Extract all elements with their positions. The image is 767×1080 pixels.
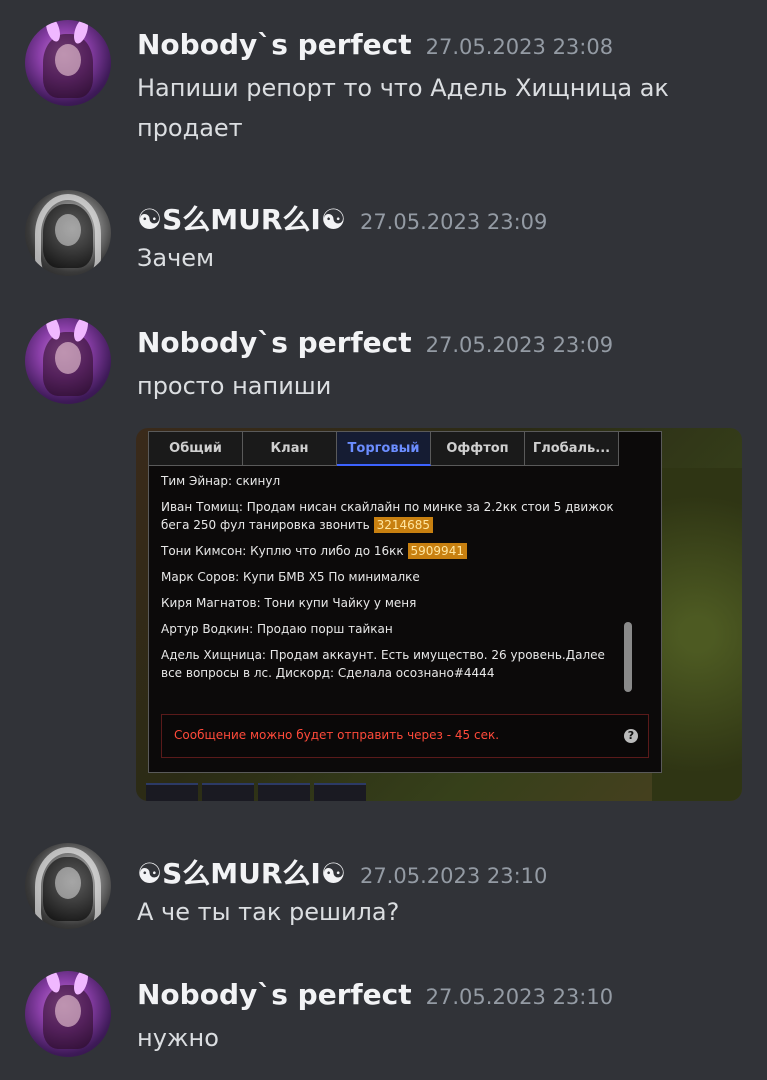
game-chat-panel: Общий Клан Торговый Оффтоп Глобаль... Ти…: [148, 431, 662, 773]
chat-tabs: Общий Клан Торговый Оффтоп Глобаль...: [149, 432, 623, 466]
game-background: [652, 468, 742, 801]
author-name[interactable]: Nobody`s perfect: [137, 978, 412, 1011]
message-text: просто напиши: [137, 372, 332, 400]
chat-line: Марк Соров: Купи БМВ X5 По минималке: [161, 570, 420, 584]
help-icon: ?: [624, 729, 638, 743]
author-name[interactable]: ☯S么MUR么I☯: [137, 203, 346, 236]
chat-line: Тони Кимсон: Куплю что либо до 16кк 5909…: [161, 542, 621, 560]
tab-offtopic: Оффтоп: [431, 432, 525, 466]
game-hotbar: [146, 783, 376, 801]
chat-line: Артур Водкин: Продаю порш тайкан: [161, 622, 393, 636]
avatar[interactable]: [25, 318, 111, 404]
chat-line: Адель Хищница: Продам аккаунт. Есть имущ…: [161, 648, 605, 680]
chat-line: Иван Томищ: Продам нисан скайлайн по мин…: [161, 500, 614, 533]
chat-line: Киря Магнатов: Тони купи Чайку у меня: [161, 596, 417, 610]
timestamp: 27.05.2023 23:08: [425, 35, 614, 59]
phone-number: 5909941: [407, 543, 467, 559]
avatar[interactable]: [25, 971, 111, 1057]
timestamp: 27.05.2023 23:10: [425, 985, 614, 1009]
tab-general: Общий: [149, 432, 243, 466]
avatar[interactable]: [25, 190, 111, 276]
chat-line: Тим Эйнар: скинул: [161, 474, 281, 488]
message-text: А че ты так решила?: [137, 898, 400, 926]
avatar[interactable]: [25, 20, 111, 106]
tab-global: Глобаль...: [525, 432, 619, 466]
image-attachment[interactable]: Общий Клан Торговый Оффтоп Глобаль... Ти…: [136, 428, 742, 801]
timestamp: 27.05.2023 23:09: [359, 210, 548, 234]
scrollbar: [624, 622, 632, 692]
chat-log: Тим Эйнар: скинул Иван Томищ: Продам нис…: [161, 472, 621, 690]
cooldown-warning: Сообщение можно будет отправить через - …: [161, 714, 649, 758]
phone-number: 3214685: [373, 517, 434, 533]
tab-clan: Клан: [243, 432, 337, 466]
message-text: Зачем: [137, 244, 215, 272]
author-name[interactable]: Nobody`s perfect: [137, 28, 412, 61]
author-name[interactable]: ☯S么MUR么I☯: [137, 857, 346, 890]
timestamp: 27.05.2023 23:09: [425, 333, 614, 357]
message-text: Напиши репорт то что Адель Хищница ак пр…: [137, 74, 669, 142]
author-name[interactable]: Nobody`s perfect: [137, 326, 412, 359]
warning-text: Сообщение можно будет отправить через - …: [174, 728, 500, 742]
timestamp: 27.05.2023 23:10: [359, 864, 548, 888]
tab-trade: Торговый: [337, 432, 431, 466]
avatar[interactable]: [25, 843, 111, 929]
message-text: нужно: [137, 1024, 219, 1052]
